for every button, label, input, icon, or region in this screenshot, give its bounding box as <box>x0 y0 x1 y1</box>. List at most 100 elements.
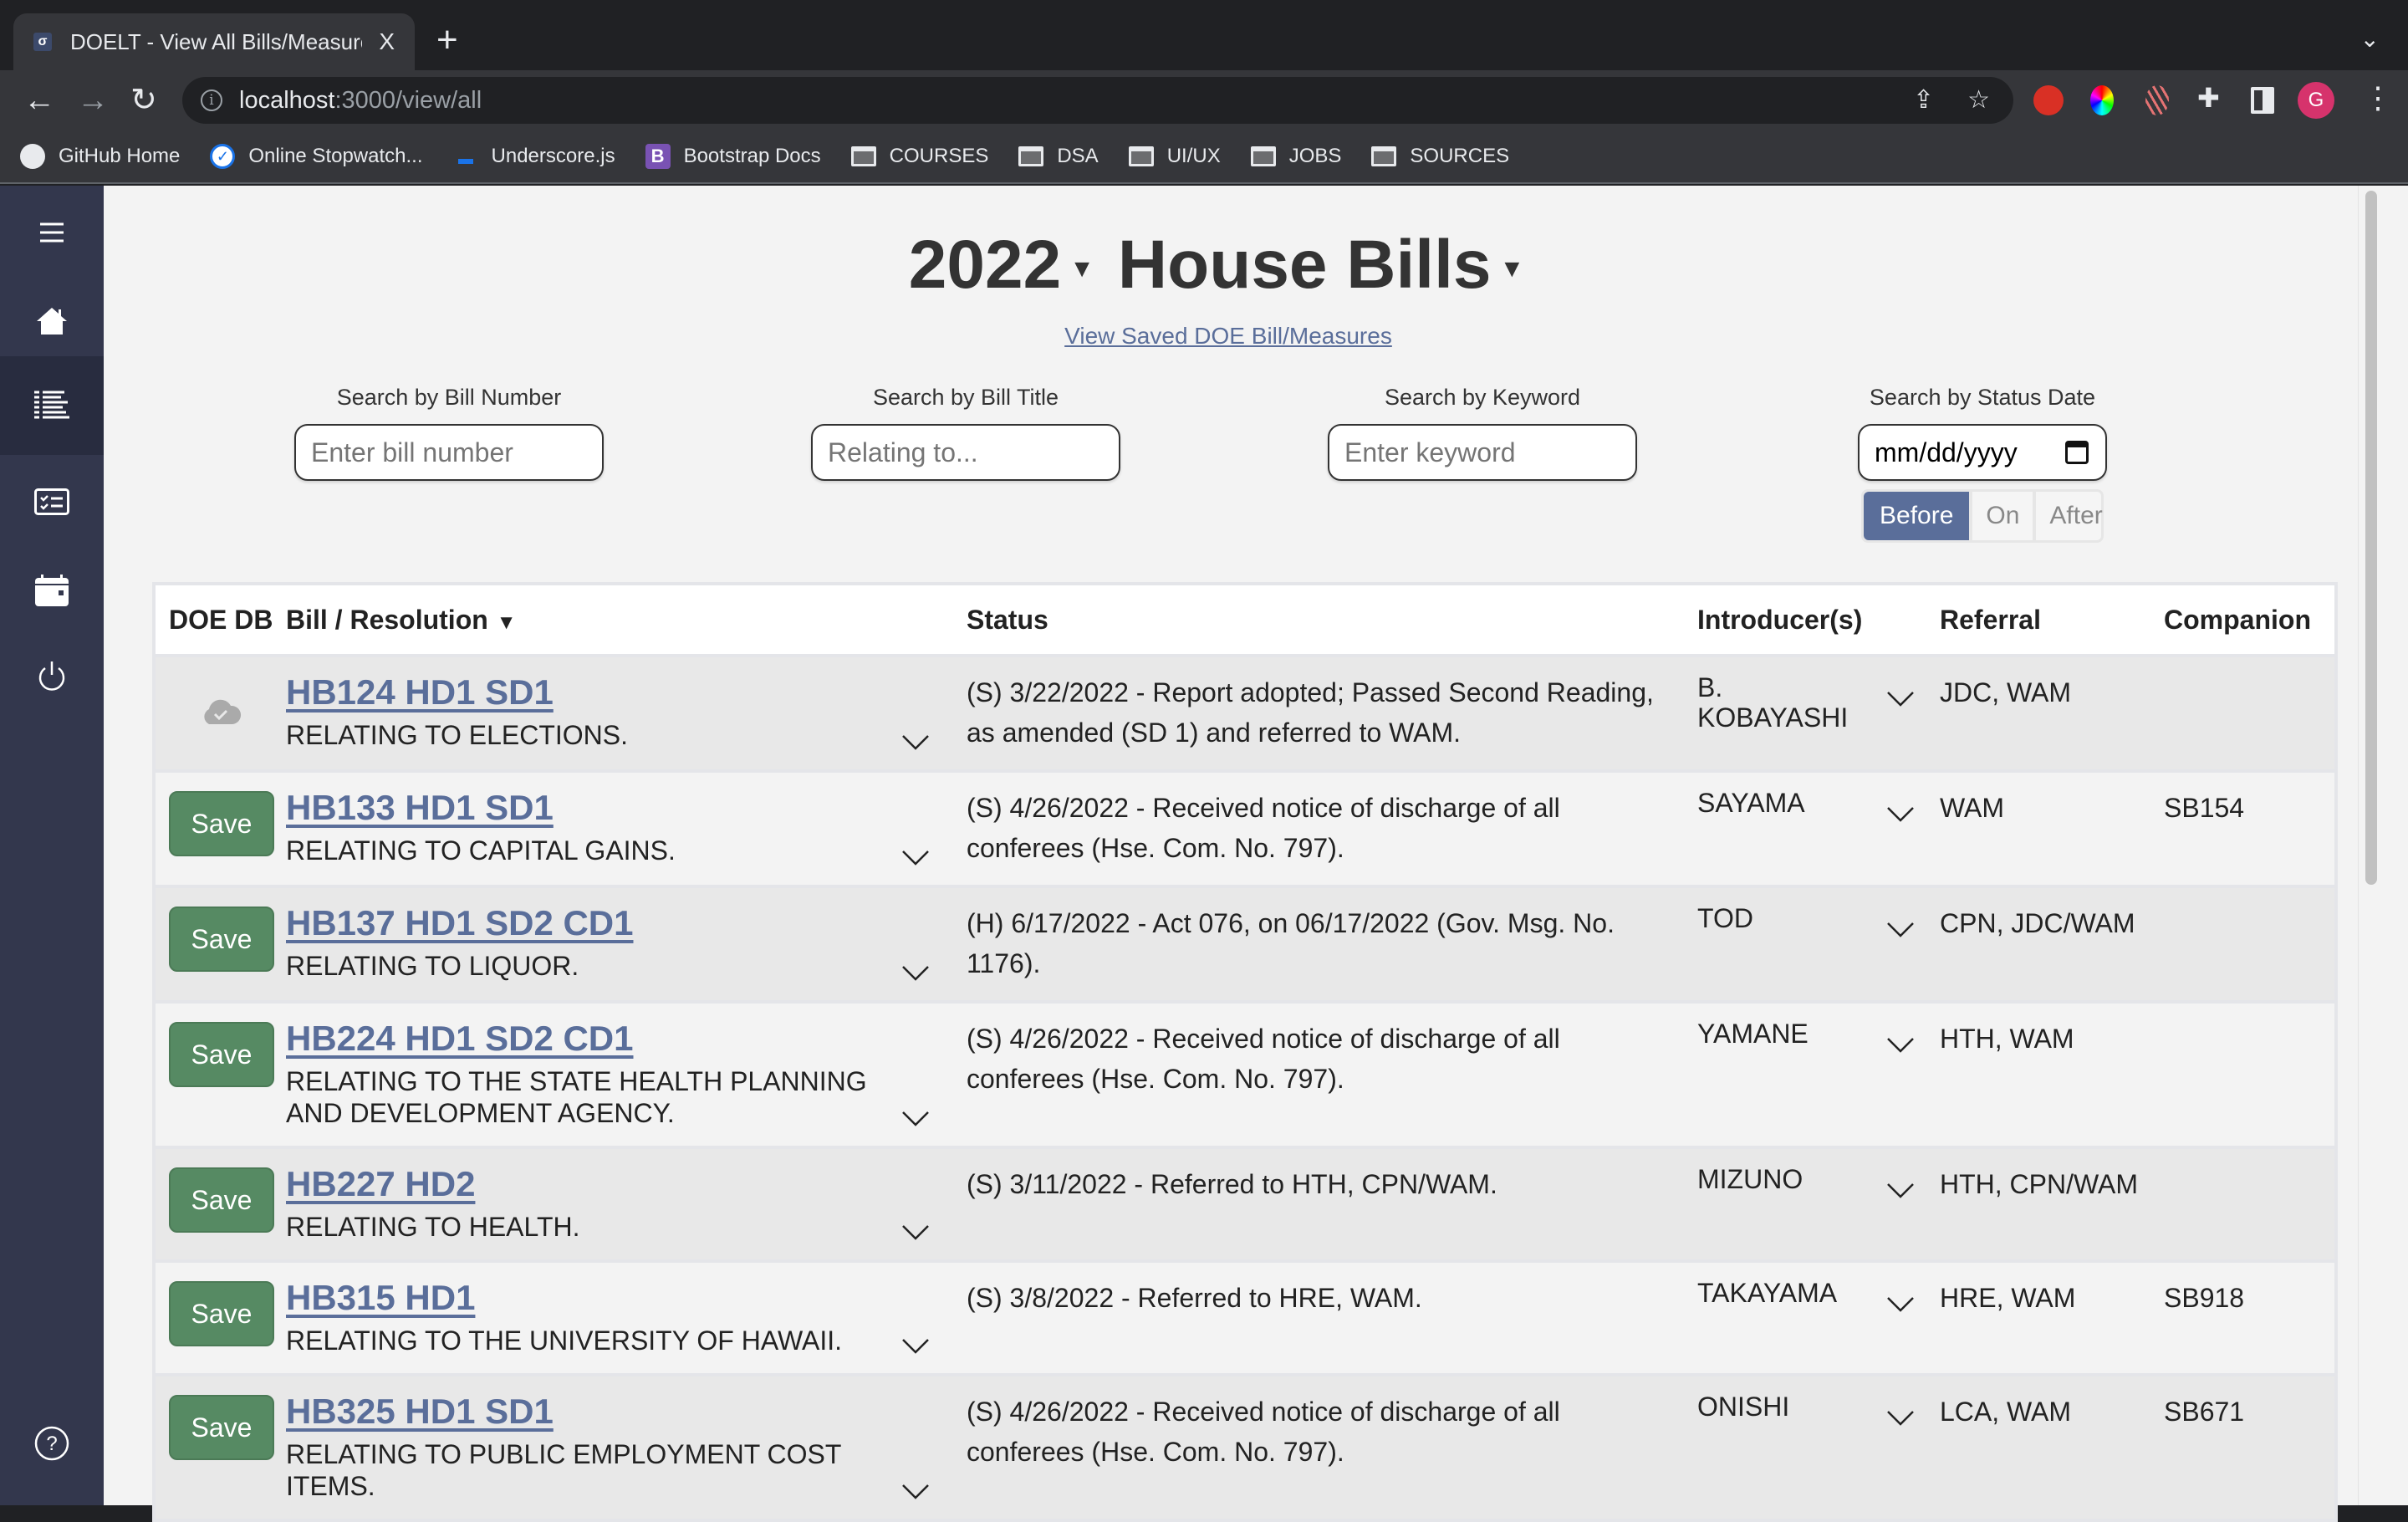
introducer-chevron-icon[interactable] <box>1886 1410 1915 1427</box>
bill-title-input[interactable] <box>811 424 1120 481</box>
expand-chevron-icon[interactable] <box>901 734 930 751</box>
share-icon[interactable]: ⇪ <box>1913 85 1934 115</box>
bill-link[interactable]: HB124 HD1 SD1 <box>286 672 967 712</box>
sidebar-item-view-all-bills[interactable] <box>0 356 104 455</box>
referral-cell: WAM <box>1940 793 2005 823</box>
chamber-selector[interactable]: House Bills ▼ <box>1118 227 1548 303</box>
referral-cell: HRE, WAM <box>1940 1283 2076 1313</box>
sidebar-item-checklist[interactable] <box>0 455 104 549</box>
browser-tab-active[interactable]: σ DOELT - View All Bills/Measures X <box>13 13 415 70</box>
date-on-button[interactable]: On <box>1969 492 2033 540</box>
calendar-picker-icon[interactable] <box>2065 441 2089 464</box>
introducer-chevron-icon[interactable] <box>1886 691 1915 707</box>
year-selector[interactable]: 2022 ▼ <box>909 227 1118 303</box>
side-panel-icon[interactable] <box>2251 87 2274 114</box>
bookmark-bootstrap-docs[interactable]: B Bootstrap Docs <box>645 144 821 169</box>
bill-link[interactable]: HB137 HD1 SD2 CD1 <box>286 903 967 943</box>
save-button[interactable]: Save <box>169 907 274 972</box>
expand-chevron-icon[interactable] <box>901 965 930 982</box>
bookmark-label: JOBS <box>1288 145 1342 167</box>
view-saved-bills-link[interactable]: View Saved DOE Bill/Measures <box>104 323 2353 350</box>
bill-link[interactable]: HB227 HD2 <box>286 1164 967 1204</box>
bills-table: DOE DB Bill / Resolution ▼ Status Introdu… <box>152 582 2338 1522</box>
bill-cell: HB137 HD1 SD2 CD1 RELATING TO LIQUOR. <box>286 888 967 1000</box>
bookmark-online-stopwatch[interactable]: ✓ Online Stopwatch... <box>210 144 423 169</box>
introducer-name: B. KOBAYASHI <box>1697 672 1849 733</box>
bill-link[interactable]: HB315 HD1 <box>286 1278 967 1318</box>
expand-chevron-icon[interactable] <box>901 1338 930 1355</box>
expand-chevron-icon[interactable] <box>901 850 930 866</box>
expand-chevron-icon[interactable] <box>901 1484 930 1500</box>
save-button[interactable]: Save <box>169 1022 274 1087</box>
page-scrollbar[interactable] <box>2358 186 2383 1505</box>
bookmark-folder-sources[interactable]: SOURCES <box>1371 145 1509 168</box>
extensions-puzzle-icon[interactable]: ✚ <box>2197 82 2220 114</box>
search-bill-number: Search by Bill Number <box>294 385 604 481</box>
table-row: Save HB325 HD1 SD1 RELATING TO PUBLIC EM… <box>156 1376 2334 1522</box>
save-button[interactable]: Save <box>169 1395 274 1460</box>
introducer-chevron-icon[interactable] <box>1886 1182 1915 1199</box>
bookmark-folder-dsa[interactable]: DSA <box>1018 145 1099 168</box>
referral-cell: JDC, WAM <box>1940 677 2072 707</box>
table-header: DOE DB Bill / Resolution ▼ Status Introdu… <box>156 585 2334 657</box>
bookmark-star-icon[interactable]: ☆ <box>1967 85 1990 115</box>
doe-db-cell: Save <box>156 888 286 1000</box>
extension-icon[interactable] <box>2145 85 2169 115</box>
companion-cell <box>2164 657 2334 769</box>
reload-icon[interactable]: ↻ <box>130 82 157 119</box>
expand-chevron-icon[interactable] <box>901 1111 930 1127</box>
sort-caret-icon[interactable]: ▼ <box>497 611 517 634</box>
bill-link[interactable]: HB133 HD1 SD1 <box>286 788 967 828</box>
scrollbar-thumb[interactable] <box>2365 191 2377 885</box>
introducer-chevron-icon[interactable] <box>1886 806 1915 823</box>
expand-chevron-icon[interactable] <box>901 1224 930 1241</box>
introducer-chevron-icon[interactable] <box>1886 922 1915 938</box>
save-button[interactable]: Save <box>169 1281 274 1346</box>
introducer-cell: ONISHI <box>1697 1376 1940 1519</box>
adblock-extension-icon[interactable] <box>2033 85 2064 115</box>
site-info-icon[interactable]: i <box>201 89 222 111</box>
tab-search-chevron-icon[interactable]: ⌄ <box>2360 25 2380 53</box>
bill-link[interactable]: HB325 HD1 SD1 <box>286 1392 967 1432</box>
keyword-input[interactable] <box>1328 424 1637 481</box>
home-icon <box>37 308 67 335</box>
sidebar-item-calendar[interactable] <box>0 544 104 637</box>
year-caret-icon[interactable]: ▼ <box>1069 255 1094 283</box>
sidebar-toggle[interactable] <box>0 186 104 279</box>
bill-title: RELATING TO THE STATE HEALTH PLANNING AN… <box>286 1066 867 1128</box>
date-before-button[interactable]: Before <box>1864 492 1970 540</box>
forward-arrow-icon[interactable]: → <box>77 82 109 119</box>
date-after-button[interactable]: After <box>2033 492 2115 540</box>
introducer-chevron-icon[interactable] <box>1886 1037 1915 1054</box>
sidebar-item-logout[interactable] <box>0 629 104 723</box>
address-bar[interactable]: i localhost:3000/view/all ⇪ ☆ <box>182 77 2013 124</box>
introducer-name: MIZUNO <box>1697 1164 1803 1194</box>
bookmark-folder-courses[interactable]: COURSES <box>850 145 988 168</box>
bookmark-underscore[interactable]: Underscore.js <box>453 144 615 169</box>
status-date-input[interactable]: mm/dd/yyyy <box>1858 424 2107 481</box>
bookmark-folder-jobs[interactable]: JOBS <box>1250 145 1342 168</box>
introducer-name: ONISHI <box>1697 1392 1790 1422</box>
bookmark-github-home[interactable]: GitHub Home <box>20 144 180 169</box>
sidebar-item-help[interactable]: ? <box>0 1397 104 1490</box>
bootstrap-icon: B <box>645 144 671 169</box>
companion-cell <box>2164 1149 2334 1259</box>
tab-close-icon[interactable]: X <box>379 28 395 55</box>
introducer-chevron-icon[interactable] <box>1886 1296 1915 1313</box>
bill-number-input[interactable] <box>294 424 604 481</box>
bookmark-folder-uiux[interactable]: UI/UX <box>1128 145 1221 168</box>
color-picker-extension-icon[interactable] <box>2090 85 2114 115</box>
sidebar-item-home[interactable] <box>0 274 104 368</box>
chamber-caret-icon[interactable]: ▼ <box>1499 255 1524 283</box>
save-button[interactable]: Save <box>169 791 274 856</box>
new-tab-button[interactable]: + <box>436 22 458 59</box>
col-header-bill[interactable]: Bill / Resolution ▼ <box>286 605 967 636</box>
browser-menu-icon[interactable]: ⋮ <box>2363 80 2393 115</box>
introducer-name: TOD <box>1697 903 1753 933</box>
bill-link[interactable]: HB224 HD1 SD2 CD1 <box>286 1019 967 1059</box>
profile-avatar[interactable]: G <box>2298 82 2334 119</box>
list-icon <box>34 391 69 419</box>
back-arrow-icon[interactable]: ← <box>23 82 55 119</box>
save-button[interactable]: Save <box>169 1167 274 1233</box>
bill-title: RELATING TO LIQUOR. <box>286 951 579 981</box>
